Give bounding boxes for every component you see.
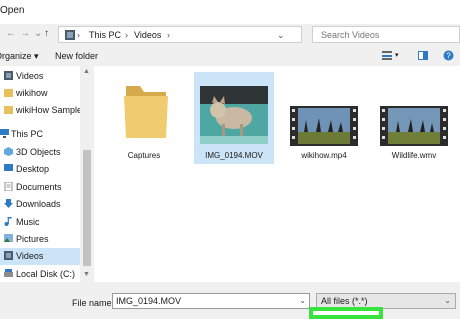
back-button[interactable]: ←	[6, 28, 16, 39]
sidebar-item-music[interactable]: Music	[0, 214, 80, 231]
view-dropdown-icon[interactable]: ▾	[395, 51, 399, 59]
view-options-icon[interactable]	[382, 51, 392, 60]
help-icon[interactable]: ?	[443, 50, 454, 61]
search-box[interactable]: Search Videos	[312, 26, 460, 43]
address-row: ← → ⌄ ↑ › This PC › Videos › ⌄ Search Vi…	[0, 24, 460, 46]
folder-icon	[4, 89, 13, 97]
dialog-footer: File name: IMG_0194.MOV ⌄ All files (*.*…	[0, 282, 460, 319]
toolbar: Organize ▾ New folder ▾ ?	[0, 46, 460, 67]
file-item-img-0194[interactable]: IMG_0194.MOV	[194, 72, 274, 164]
organize-button[interactable]: Organize ▾	[0, 51, 39, 62]
sidebar-scrollbar[interactable]: ▲ ▼	[80, 66, 94, 282]
open-button[interactable]	[309, 307, 383, 319]
sidebar-item-label: Videos	[16, 251, 44, 261]
up-button[interactable]: ↑	[44, 28, 49, 39]
sidebar-item-label: Music	[16, 217, 40, 227]
computer-icon	[0, 129, 9, 138]
scroll-down-icon[interactable]: ▼	[83, 271, 90, 278]
file-name-field[interactable]: IMG_0194.MOV ⌄	[112, 293, 310, 309]
sidebar-item-label: Local Disk (C:)	[16, 269, 76, 279]
title-bar: Open	[0, 0, 460, 24]
download-icon	[4, 199, 13, 208]
sidebar-item-local-disk[interactable]: Local Disk (C:)	[0, 266, 80, 283]
address-segment-this-pc[interactable]: This PC	[89, 30, 121, 40]
folder-icon	[4, 106, 13, 114]
file-item-wikihow-mp4[interactable]: wikihow.mp4	[284, 72, 364, 164]
video-folder-icon	[65, 30, 75, 40]
file-name: wikihow.mp4	[301, 151, 347, 160]
sidebar-item-videos-quick[interactable]: Videos	[0, 68, 80, 85]
chevron-down-icon[interactable]: ⌄	[299, 296, 306, 305]
sidebar-item-documents[interactable]: Documents	[0, 179, 80, 196]
sidebar-item-label: 3D Objects	[16, 147, 61, 157]
recent-locations-button[interactable]: ⌄	[34, 28, 42, 39]
music-icon	[4, 217, 12, 226]
address-bar[interactable]: › This PC › Videos › ⌄	[58, 26, 302, 43]
drive-icon	[4, 269, 13, 277]
svg-text:?: ?	[446, 52, 451, 61]
video-thumbnail-birds	[290, 106, 358, 146]
sidebar-item-label: wikiHow Sample	[16, 105, 83, 115]
file-type-value: All files (*.*)	[321, 296, 368, 306]
file-name-label: File name:	[72, 298, 115, 308]
document-icon	[4, 182, 13, 191]
sidebar-item-label: This PC	[11, 129, 44, 139]
desktop-icon	[4, 164, 13, 171]
chevron-down-icon[interactable]: ⌄	[444, 296, 451, 305]
video-thumbnail-cat	[200, 86, 268, 144]
sidebar-item-label: Downloads	[16, 199, 61, 209]
address-separator: ›	[125, 30, 128, 40]
new-folder-button[interactable]: New folder	[55, 51, 98, 61]
scrollbar-thumb[interactable]	[83, 150, 91, 266]
file-item-captures[interactable]: Captures	[104, 72, 184, 164]
sidebar-item-videos[interactable]: Videos	[0, 248, 80, 265]
video-folder-icon	[4, 71, 13, 80]
sidebar-item-3d-objects[interactable]: 3D Objects	[0, 144, 80, 161]
file-name-input[interactable]: IMG_0194.MOV	[116, 296, 181, 306]
sidebar-item-wikihow[interactable]: wikihow	[0, 85, 80, 102]
folder-icon	[124, 86, 168, 138]
video-thumbnail-wildlife	[380, 106, 448, 146]
preview-pane-icon[interactable]	[418, 51, 428, 60]
search-input[interactable]: Search Videos	[321, 30, 379, 40]
file-item-wildlife-wmv[interactable]: Wildlife.wmv	[374, 72, 454, 164]
sidebar-item-label: Pictures	[16, 234, 49, 244]
file-name: Captures	[127, 151, 161, 160]
sidebar-item-desktop[interactable]: Desktop	[0, 161, 80, 178]
sidebar-item-downloads[interactable]: Downloads	[0, 196, 80, 213]
picture-icon	[4, 234, 13, 242]
sidebar-item-pictures[interactable]: Pictures	[0, 231, 80, 248]
forward-button[interactable]: →	[20, 28, 30, 39]
window-title: Open	[0, 5, 25, 16]
sidebar-item-label: wikihow	[16, 88, 48, 98]
sidebar-item-label: Desktop	[16, 164, 50, 174]
sidebar-item-label: Videos	[16, 71, 44, 81]
video-folder-icon	[4, 251, 13, 260]
file-name: IMG_0194.MOV	[205, 151, 263, 160]
address-separator: ›	[167, 30, 170, 40]
cube-icon	[4, 147, 13, 156]
sidebar-item-wikihow-sample[interactable]: wikiHow Sample	[0, 102, 83, 119]
file-list: Captures IMG_0194.MOV wikihow.mp4 Wildli…	[94, 66, 460, 282]
sidebar-item-this-pc[interactable]: This PC	[0, 126, 80, 143]
address-segment-videos[interactable]: Videos	[134, 30, 161, 40]
scroll-up-icon[interactable]: ▲	[83, 68, 90, 75]
file-name: Wildlife.wmv	[391, 151, 437, 160]
address-separator: ›	[77, 30, 80, 40]
address-dropdown-icon[interactable]: ⌄	[277, 30, 285, 41]
sidebar-item-label: Documents	[16, 182, 62, 192]
